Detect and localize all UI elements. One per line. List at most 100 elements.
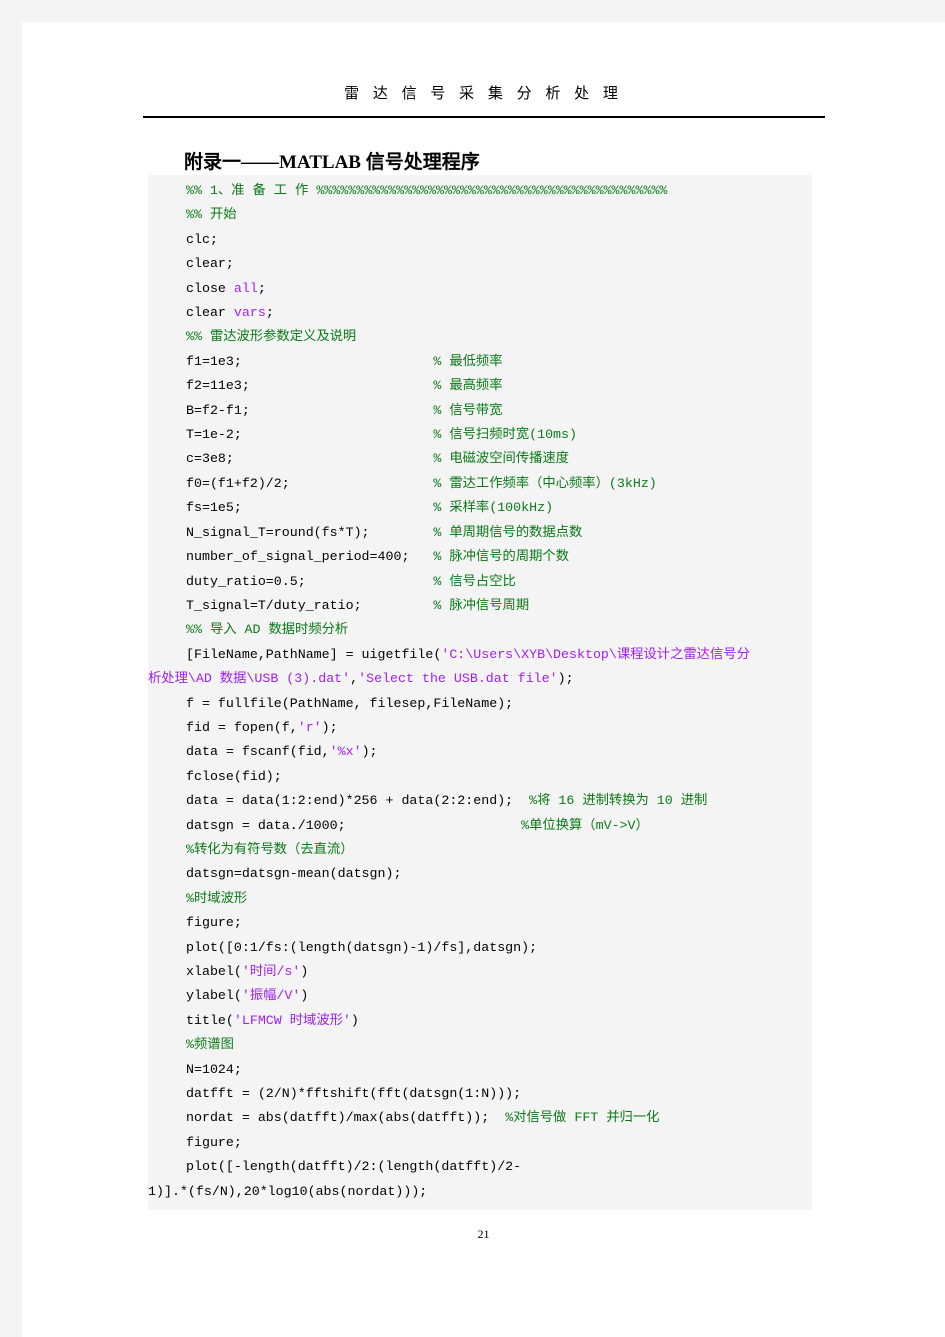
code-segment-string: 'C:\Users\XYB\Desktop\课程设计之雷达信号分 <box>441 646 750 662</box>
code-segment-code: duty_ratio=0.5; <box>186 573 434 589</box>
page-header: 雷 达 信 号 采 集 分 析 处 理 <box>22 22 945 118</box>
header-divider-rule <box>142 116 825 118</box>
code-segment-code: datfft = (2/N)*fftshift(fft(datsgn(1:N))… <box>186 1086 522 1102</box>
section-title: 附录一——MATLAB 信号处理程序 <box>184 152 480 173</box>
code-line: [FileName,PathName] = uigetfile('C:\User… <box>148 643 812 667</box>
code-segment-code: ; <box>257 280 266 296</box>
code-line: title('LFMCW 时域波形') <box>148 1009 812 1033</box>
code-line: data = data(1:2:end)*256 + data(2:2:end)… <box>148 789 812 813</box>
matlab-code-block: %% 1、准 备 工 作 %%%%%%%%%%%%%%%%%%%%%%%%%%%… <box>148 175 812 1211</box>
code-segment-code: T=1e-2; <box>186 427 434 443</box>
code-segment-string: 'r' <box>297 719 322 735</box>
code-segment-code: clear <box>186 305 234 321</box>
code-segment-comment: %将 16 进制转换为 10 进制 <box>529 793 708 809</box>
code-line: %% 雷达波形参数定义及说明 <box>148 325 812 349</box>
code-segment-code: N_signal_T=round(fs*T); <box>186 524 434 540</box>
code-segment-code: c=3e8; <box>186 451 434 467</box>
code-line: T_signal=T/duty_ratio; % 脉冲信号周期 <box>148 594 812 618</box>
code-segment-code: f2=11e3; <box>186 378 434 394</box>
code-segment-code: fid = fopen(f, <box>186 719 298 735</box>
code-segment-code: fclose(fid); <box>186 768 282 784</box>
code-segment-comment: % 最低频率 <box>433 353 503 369</box>
code-line: number_of_signal_period=400; % 脉冲信号的周期个数 <box>148 545 812 569</box>
code-segment-comment: % 采样率(100kHz) <box>433 500 554 516</box>
code-segment-code: ); <box>361 744 378 760</box>
code-segment-code: figure; <box>186 1134 242 1150</box>
code-segment-code: ); <box>557 671 574 687</box>
code-line: nordat = abs(datfft)/max(abs(datfft)); %… <box>148 1106 812 1130</box>
code-line: %% 导入 AD 数据时频分析 <box>148 618 812 642</box>
code-line: xlabel('时间/s') <box>148 960 812 984</box>
code-line: N_signal_T=round(fs*T); % 单周期信号的数据点数 <box>148 521 812 545</box>
code-segment-comment: % 脉冲信号的周期个数 <box>433 549 570 565</box>
code-line: datfft = (2/N)*fftshift(fft(datsgn(1:N))… <box>148 1082 812 1106</box>
code-segment-keyword: all <box>233 280 258 296</box>
code-line: %% 1、准 备 工 作 %%%%%%%%%%%%%%%%%%%%%%%%%%%… <box>148 179 812 203</box>
code-segment-code: ; <box>265 305 274 321</box>
code-segment-code: f = fullfile(PathName, filesep,FileName)… <box>186 695 514 711</box>
code-line: data = fscanf(fid,'%x'); <box>148 740 812 764</box>
code-line: plot([0:1/fs:(length(datsgn)-1)/fs],dats… <box>148 936 812 960</box>
code-segment-comment: % 雷达工作频率（中心频率）(3kHz) <box>433 475 657 491</box>
code-line: c=3e8; % 电磁波空间传播速度 <box>148 447 812 471</box>
code-segment-code: 1)].*(fs/N),20*log10(abs(nordat))); <box>148 1183 428 1199</box>
code-line: clc; <box>148 228 812 252</box>
code-segment-code: close <box>186 280 234 296</box>
code-segment-comment: %转化为有符号数（去直流） <box>186 841 354 857</box>
code-segment-code: f0=(f1+f2)/2; <box>186 475 434 491</box>
code-segment-code: figure; <box>186 915 242 931</box>
code-line: fid = fopen(f,'r'); <box>148 716 812 740</box>
code-line: f1=1e3; % 最低频率 <box>148 350 812 374</box>
code-segment-string: '时间/s' <box>241 964 301 979</box>
code-segment-comment: %单位换算（mV->V） <box>521 817 649 833</box>
code-segment-code: number_of_signal_period=400; <box>186 549 434 565</box>
code-segment-comment: % 电磁波空间传播速度 <box>433 451 570 467</box>
code-segment-comment: %频谱图 <box>186 1037 234 1053</box>
code-segment-code: ); <box>321 719 338 735</box>
code-line: 1)].*(fs/N),20*log10(abs(nordat))); <box>148 1180 812 1204</box>
code-segment-code: , <box>350 671 359 687</box>
code-segment-comment: %% 雷达波形参数定义及说明 <box>186 329 357 345</box>
code-line: %% 开始 <box>148 203 812 227</box>
code-segment-comment: %% 开始 <box>186 207 237 223</box>
code-segment-comment: % 脉冲信号周期 <box>433 597 530 613</box>
code-segment-code: fs=1e5; <box>186 500 434 516</box>
code-segment-code: T_signal=T/duty_ratio; <box>186 597 434 613</box>
document-page: 雷 达 信 号 采 集 分 析 处 理 附录一——MATLAB 信号处理程序 %… <box>22 22 945 1337</box>
code-segment-code: N=1024; <box>186 1061 242 1077</box>
code-segment-code: xlabel( <box>186 964 242 979</box>
code-segment-code: plot([0:1/fs:(length(datsgn)-1)/fs],dats… <box>186 939 538 955</box>
code-segment-code: datsgn=datsgn-mean(datsgn); <box>186 866 402 882</box>
code-segment-code: data = data(1:2:end)*256 + data(2:2:end)… <box>186 793 530 809</box>
code-line: datsgn=datsgn-mean(datsgn); <box>148 862 812 886</box>
code-segment-comment: % 单周期信号的数据点数 <box>433 524 583 540</box>
code-segment-comment: % 最高频率 <box>433 378 503 394</box>
code-line: 析处理\AD 数据\USB (3).dat','Select the USB.d… <box>148 667 812 691</box>
code-line: f = fullfile(PathName, filesep,FileName)… <box>148 692 812 716</box>
code-segment-string: 析处理\AD 数据\USB (3).dat' <box>148 671 351 687</box>
code-segment-code: data = fscanf(fid, <box>186 744 330 760</box>
code-segment-code: datsgn = data./1000; <box>186 817 522 833</box>
code-line: plot([-length(datfft)/2:(length(datfft)/… <box>148 1155 812 1179</box>
code-line: close all; <box>148 277 812 301</box>
code-line: fs=1e5; % 采样率(100kHz) <box>148 496 812 520</box>
code-segment-comment: %对信号做 FFT 并归一化 <box>505 1110 660 1126</box>
code-line: ylabel('振幅/V') <box>148 984 812 1008</box>
running-header-text: 雷 达 信 号 采 集 分 析 处 理 <box>344 86 623 102</box>
code-line: B=f2-f1; % 信号带宽 <box>148 399 812 423</box>
code-segment-code: title( <box>186 1012 234 1028</box>
code-segment-code: nordat = abs(datfft)/max(abs(datfft)); <box>186 1110 506 1126</box>
code-line: N=1024; <box>148 1058 812 1082</box>
code-segment-code: ) <box>300 988 309 1004</box>
code-line: duty_ratio=0.5; % 信号占空比 <box>148 570 812 594</box>
code-segment-code: clc; <box>186 231 218 247</box>
code-segment-comment: %时域波形 <box>186 890 248 906</box>
code-line: fclose(fid); <box>148 765 812 789</box>
page-number: 21 <box>477 1227 490 1241</box>
code-segment-code: ) <box>300 964 309 979</box>
code-segment-comment: %% 导入 AD 数据时频分析 <box>186 622 349 638</box>
code-segment-string: 'LFMCW 时域波形' <box>233 1012 351 1028</box>
code-segment-code: f1=1e3; <box>186 353 434 369</box>
code-segment-keyword: vars <box>233 305 266 321</box>
code-line: figure; <box>148 1131 812 1155</box>
